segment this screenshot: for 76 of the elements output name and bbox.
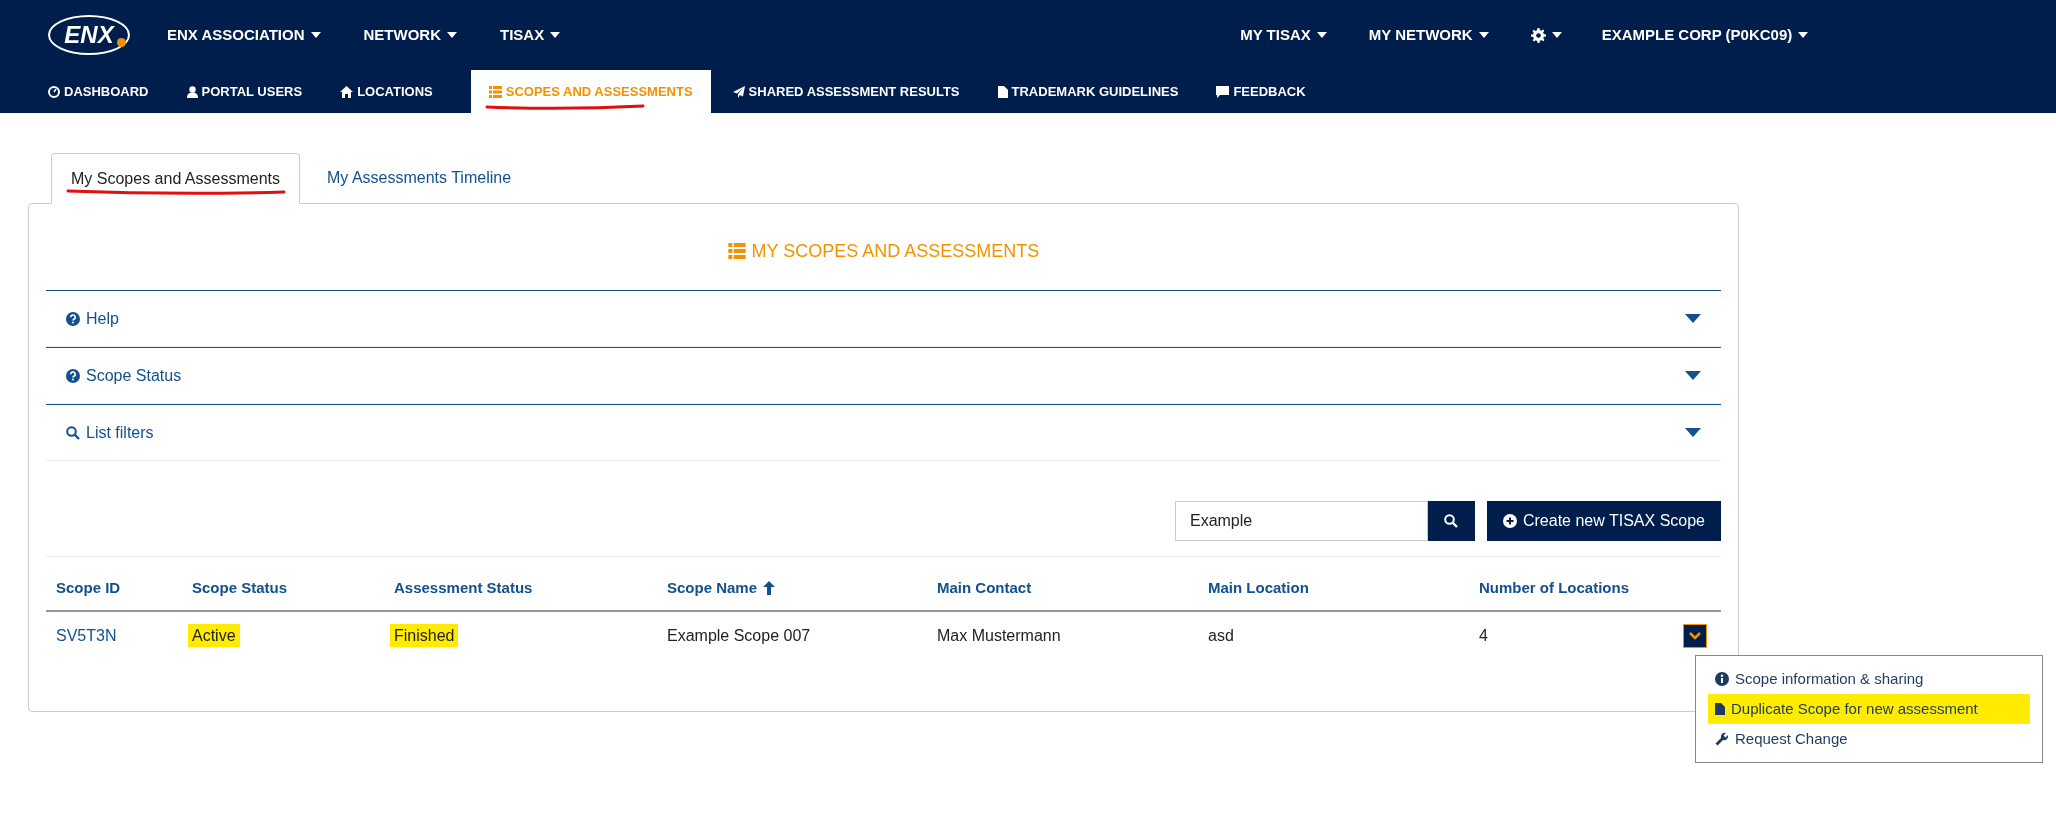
plus-circle-icon: [1502, 513, 1517, 528]
column-header[interactable]: Scope Status: [192, 577, 288, 600]
caret-icon: [1685, 371, 1701, 380]
search-icon: [1444, 513, 1459, 528]
accordion-header[interactable]: List filters: [46, 404, 1721, 461]
sub-nav-label: FEEDBACK: [1233, 82, 1306, 101]
caret-icon: [1798, 32, 1809, 38]
accordion-header[interactable]: Scope Status: [46, 347, 1721, 404]
sub-nav-tab[interactable]: DASHBOARD: [48, 70, 149, 113]
sub-nav-label: SHARED ASSESSMENT RESULTS: [748, 82, 960, 101]
caret-icon: [1316, 32, 1327, 38]
search-icon: [66, 425, 80, 440]
home-icon: [340, 85, 354, 98]
info-circle-icon: [1715, 672, 1729, 686]
accordion-label: Scope Status: [86, 365, 182, 386]
nav-menu-item[interactable]: NETWORK: [363, 23, 457, 47]
settings-icon: [1530, 27, 1546, 43]
caret-icon: [1478, 32, 1489, 38]
accordion-header[interactable]: Help: [46, 290, 1721, 347]
file-icon: [1715, 703, 1725, 715]
settings-menu[interactable]: [1530, 27, 1562, 43]
logo[interactable]: ENX: [48, 15, 130, 55]
column-header[interactable]: Assessment Status: [394, 577, 533, 600]
list-icon: [727, 243, 746, 259]
caret-icon: [1685, 314, 1701, 323]
search-field[interactable]: Example: [1174, 500, 1428, 541]
table-cell: Active: [188, 624, 240, 647]
table-cell: Example Scope 007: [667, 627, 811, 644]
column-header[interactable]: Scope Name: [667, 577, 776, 600]
nav-menu-item[interactable]: TISAX: [500, 23, 561, 47]
tab[interactable]: My Scopes and Assessments: [51, 153, 300, 204]
gauge-icon: [48, 85, 60, 98]
menu-item[interactable]: Duplicate Scope for new assessment: [1708, 694, 2030, 724]
accordion-label: Help: [86, 308, 119, 329]
sub-nav-tab[interactable]: TRADEMARK GUIDELINES: [997, 70, 1179, 113]
user-icon: [186, 85, 198, 98]
sub-nav-label: TRADEMARK GUIDELINES: [1011, 82, 1179, 101]
wrench-icon: [1715, 732, 1729, 746]
sub-nav-tab[interactable]: SHARED ASSESSMENT RESULTS: [732, 70, 960, 113]
search-button[interactable]: [1427, 500, 1475, 541]
sub-nav-tab[interactable]: LOCATIONS: [340, 70, 433, 113]
accordion-label: List filters: [86, 422, 154, 443]
file-icon: [997, 85, 1008, 98]
table-cell: Max Mustermann: [937, 627, 1061, 644]
user-menu-item[interactable]: MY TISAX: [1240, 23, 1327, 47]
row-menu-button[interactable]: [1683, 624, 1707, 648]
question-circle-icon: [66, 368, 80, 383]
sub-nav-tab[interactable]: FEEDBACK: [1216, 70, 1306, 113]
table-cell: asd: [1208, 627, 1234, 644]
table-cell: 4: [1479, 627, 1488, 644]
sub-nav-label: DASHBOARD: [64, 82, 149, 101]
chevron-icon: [1689, 632, 1701, 640]
column-header[interactable]: Main Contact: [937, 577, 1032, 600]
tab[interactable]: My Assessments Timeline: [308, 152, 531, 203]
column-header[interactable]: Main Location: [1208, 577, 1309, 600]
menu-item[interactable]: Scope information & sharing: [1708, 664, 2030, 694]
panel-title: MY SCOPES AND ASSESSMENTS: [751, 239, 1040, 263]
user-menu-item[interactable]: MY NETWORK: [1368, 23, 1489, 47]
user-menu-item[interactable]: EXAMPLE CORP (P0KC09): [1601, 23, 1809, 47]
create-scope-button[interactable]: Create new TISAX Scope: [1486, 500, 1721, 541]
column-header[interactable]: Scope ID: [56, 577, 121, 600]
caret-icon: [1551, 32, 1562, 38]
comment-icon: [1216, 85, 1230, 98]
table-cell: Finished: [390, 624, 459, 647]
table-cell[interactable]: SV5T3N: [56, 627, 117, 644]
menu-item[interactable]: Request Change: [1708, 724, 2030, 754]
list-icon: [488, 85, 502, 98]
sub-nav-label: SCOPES AND ASSESSMENTS: [505, 82, 693, 101]
column-header[interactable]: Number of Locations: [1479, 577, 1629, 600]
nav-menu-item[interactable]: ENX ASSOCIATION: [167, 23, 321, 47]
question-circle-icon: [66, 311, 80, 326]
sub-nav-label: LOCATIONS: [357, 82, 433, 101]
caret-icon: [1685, 428, 1701, 437]
sub-nav-tab[interactable]: PORTAL USERS: [186, 70, 303, 113]
sub-nav-label: PORTAL USERS: [201, 82, 303, 101]
paper-plane-icon: [732, 85, 745, 98]
